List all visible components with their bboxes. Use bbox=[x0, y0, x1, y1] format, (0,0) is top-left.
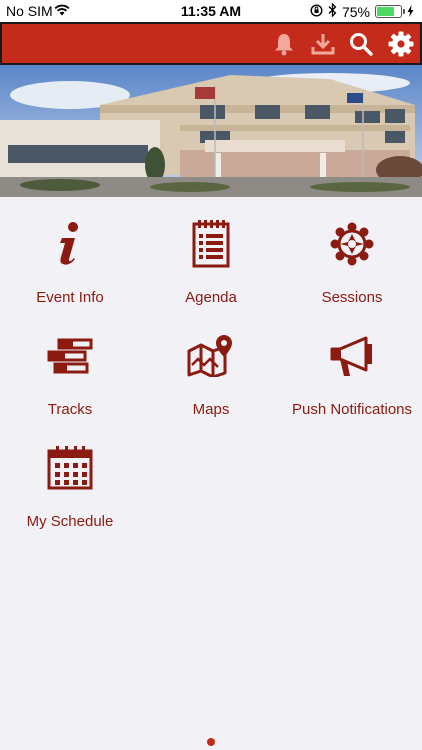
tile-tracks[interactable]: Tracks bbox=[0, 309, 140, 421]
network-icon bbox=[322, 219, 382, 269]
tile-label: My Schedule bbox=[26, 513, 114, 530]
tile-label: Event Info bbox=[36, 289, 104, 306]
bluetooth-icon bbox=[328, 2, 337, 20]
bell-icon[interactable] bbox=[270, 30, 298, 58]
tile-event-info[interactable]: Event Info bbox=[0, 197, 140, 309]
tile-label: Sessions bbox=[321, 289, 383, 306]
tile-push-notifications[interactable]: Push Notifications bbox=[282, 309, 422, 421]
status-bar: No SIM 11:35 AM 75% bbox=[0, 0, 422, 22]
tile-label: Maps bbox=[192, 401, 230, 418]
info-icon bbox=[40, 219, 100, 269]
top-toolbar bbox=[0, 22, 422, 65]
map-icon bbox=[181, 331, 241, 381]
tile-agenda[interactable]: Agenda bbox=[141, 197, 281, 309]
battery-percent: 75% bbox=[341, 3, 370, 20]
page-indicator-dot[interactable] bbox=[207, 738, 215, 746]
tile-sessions[interactable]: Sessions bbox=[282, 197, 422, 309]
notepad-icon bbox=[181, 219, 241, 269]
tile-label: Push Notifications bbox=[291, 401, 413, 418]
tile-maps[interactable]: Maps bbox=[141, 309, 281, 421]
rotation-lock-icon bbox=[310, 3, 323, 20]
tracks-icon bbox=[40, 331, 100, 381]
download-icon[interactable] bbox=[309, 30, 337, 58]
tile-label: Agenda bbox=[185, 289, 237, 306]
battery-icon bbox=[375, 5, 405, 18]
gear-icon[interactable] bbox=[387, 30, 415, 58]
charging-icon bbox=[407, 4, 414, 20]
calendar-icon bbox=[40, 443, 100, 493]
megaphone-icon bbox=[322, 331, 382, 381]
tile-label: Tracks bbox=[47, 401, 93, 418]
hero-banner-image bbox=[0, 65, 422, 197]
search-icon[interactable] bbox=[347, 30, 375, 58]
tile-my-schedule[interactable]: My Schedule bbox=[0, 421, 140, 533]
